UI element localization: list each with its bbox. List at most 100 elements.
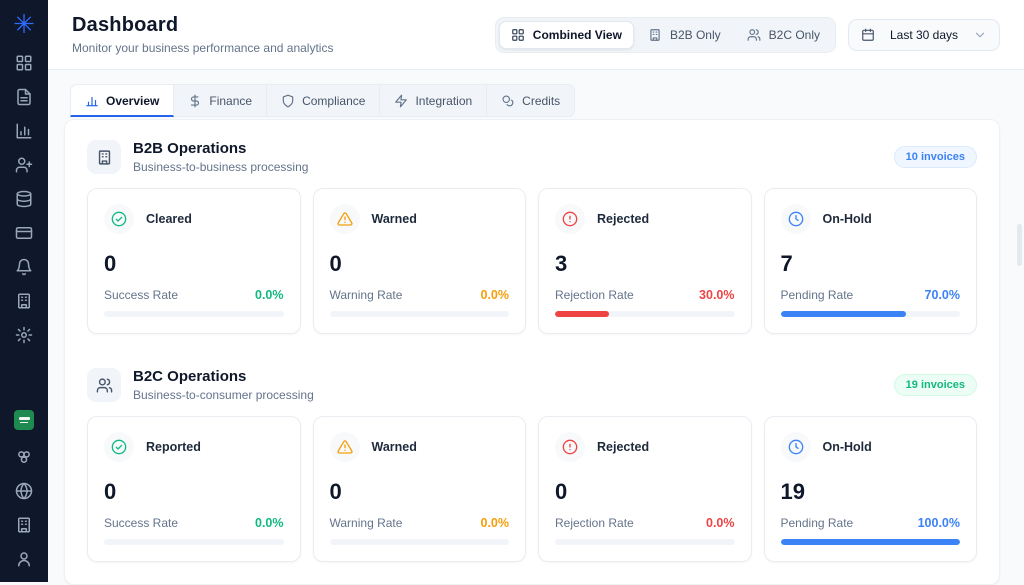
- date-range-value: Last 30 days: [890, 28, 958, 42]
- progress-track: [555, 311, 735, 317]
- rate-value: 0.0%: [255, 288, 284, 302]
- section-title: B2C Operations: [133, 368, 314, 385]
- progress-fill: [781, 539, 961, 545]
- alert-circle-icon: [555, 432, 585, 462]
- building-icon: [648, 28, 662, 42]
- database-icon[interactable]: [15, 190, 33, 208]
- stat-card-rejected: Rejected 3 Rejection Rate 30.0%: [538, 188, 752, 334]
- progress-track: [330, 539, 510, 545]
- rate-label: Pending Rate: [781, 516, 854, 530]
- rate-label: Pending Rate: [781, 288, 854, 302]
- user-profile-icon[interactable]: [15, 550, 33, 568]
- b2c-cards-grid: Reported 0 Success Rate 0.0% Warned 0: [65, 414, 999, 580]
- credit-card-icon[interactable]: [15, 224, 33, 242]
- card-value: 0: [104, 251, 284, 277]
- card-value: 0: [330, 479, 510, 505]
- sidebar-footer-nav: [14, 410, 34, 568]
- company-building-icon[interactable]: [15, 516, 33, 534]
- b2c-section-header: B2C Operations Business-to-consumer proc…: [65, 352, 999, 414]
- users-icon: [747, 28, 761, 42]
- card-label: Rejected: [597, 212, 649, 226]
- dollar-icon: [188, 94, 202, 108]
- b2b-section-titles: B2B Operations Business-to-business proc…: [133, 140, 308, 174]
- stat-card-cleared: Cleared 0 Success Rate 0.0%: [87, 188, 301, 334]
- tab-bar: Overview Finance Compliance Integration …: [70, 84, 1000, 117]
- clock-icon: [781, 432, 811, 462]
- rate-value: 0.0%: [481, 288, 510, 302]
- card-label: On-Hold: [823, 212, 872, 226]
- calendar-icon: [861, 28, 875, 42]
- tab-credits[interactable]: Credits: [487, 84, 575, 117]
- tab-label: Integration: [415, 94, 472, 108]
- page-header: Dashboard Monitor your business performa…: [48, 0, 1024, 70]
- tab-integration[interactable]: Integration: [380, 84, 487, 117]
- main-area: Dashboard Monitor your business performa…: [48, 0, 1024, 582]
- user-plus-icon[interactable]: [15, 156, 33, 174]
- view-mode-b2c-button[interactable]: B2C Only: [735, 21, 832, 49]
- sidebar: ✳: [0, 0, 48, 582]
- clock-icon: [781, 204, 811, 234]
- view-mode-label: B2B Only: [670, 28, 721, 42]
- card-label: Cleared: [146, 212, 192, 226]
- view-mode-combined-button[interactable]: Combined View: [499, 21, 634, 49]
- coins-icon: [501, 94, 515, 108]
- header-controls: Combined View B2B Only B2C Only Last 30 …: [495, 17, 1000, 53]
- date-range-select[interactable]: Last 30 days: [848, 19, 1000, 51]
- tab-label: Finance: [209, 94, 252, 108]
- tab-compliance[interactable]: Compliance: [267, 84, 380, 117]
- chevron-down-icon: [973, 28, 987, 42]
- document-icon[interactable]: [15, 88, 33, 106]
- invoice-count-badge: 10 invoices: [894, 146, 977, 168]
- progress-track: [104, 539, 284, 545]
- alert-triangle-icon: [330, 204, 360, 234]
- progress-track: [104, 311, 284, 317]
- alert-circle-icon: [555, 204, 585, 234]
- section-subtitle: Business-to-consumer processing: [133, 388, 314, 402]
- card-value: 0: [330, 251, 510, 277]
- bar-chart-icon: [85, 94, 99, 108]
- app-logo-icon[interactable]: ✳: [7, 7, 41, 41]
- scrollbar-thumb[interactable]: [1017, 224, 1022, 266]
- alert-triangle-icon: [330, 432, 360, 462]
- rate-value: 70.0%: [925, 288, 960, 302]
- progress-fill: [555, 311, 609, 317]
- stat-card-reported: Reported 0 Success Rate 0.0%: [87, 416, 301, 562]
- rate-label: Rejection Rate: [555, 516, 634, 530]
- users-icon: [87, 368, 121, 402]
- header-titles: Dashboard Monitor your business performa…: [72, 14, 333, 55]
- view-mode-b2b-button[interactable]: B2B Only: [636, 21, 733, 49]
- card-label: Rejected: [597, 440, 649, 454]
- view-mode-label: Combined View: [533, 28, 622, 42]
- stat-card-onhold: On-Hold 19 Pending Rate 100.0%: [764, 416, 978, 562]
- stat-card-warned: Warned 0 Warning Rate 0.0%: [313, 416, 527, 562]
- stat-card-warned: Warned 0 Warning Rate 0.0%: [313, 188, 527, 334]
- bar-chart-icon[interactable]: [15, 122, 33, 140]
- rate-value: 30.0%: [699, 288, 734, 302]
- globe-icon[interactable]: [15, 482, 33, 500]
- card-value: 19: [781, 479, 961, 505]
- tab-overview[interactable]: Overview: [70, 84, 174, 117]
- page-title: Dashboard: [72, 14, 333, 37]
- building-icon: [87, 140, 121, 174]
- card-value: 0: [104, 479, 284, 505]
- settings-gear-icon[interactable]: [15, 326, 33, 344]
- rate-label: Success Rate: [104, 288, 178, 302]
- card-label: Warned: [372, 212, 417, 226]
- saudi-flag-icon[interactable]: [14, 410, 34, 430]
- tab-label: Compliance: [302, 94, 365, 108]
- rate-label: Warning Rate: [330, 288, 403, 302]
- sidebar-nav: [15, 54, 33, 344]
- b2b-cards-grid: Cleared 0 Success Rate 0.0% Warned 0: [65, 186, 999, 352]
- dashboard-grid-icon[interactable]: [15, 54, 33, 72]
- bell-icon[interactable]: [15, 258, 33, 276]
- invoice-count-badge: 19 invoices: [894, 374, 977, 396]
- tokens-cluster-icon[interactable]: [15, 448, 33, 466]
- progress-track: [555, 539, 735, 545]
- tab-label: Overview: [106, 94, 159, 108]
- rate-label: Success Rate: [104, 516, 178, 530]
- tab-finance[interactable]: Finance: [174, 84, 267, 117]
- organization-icon[interactable]: [15, 292, 33, 310]
- content-area: Overview Finance Compliance Integration …: [48, 70, 1024, 585]
- stat-card-rejected: Rejected 0 Rejection Rate 0.0%: [538, 416, 752, 562]
- rate-value: 0.0%: [255, 516, 284, 530]
